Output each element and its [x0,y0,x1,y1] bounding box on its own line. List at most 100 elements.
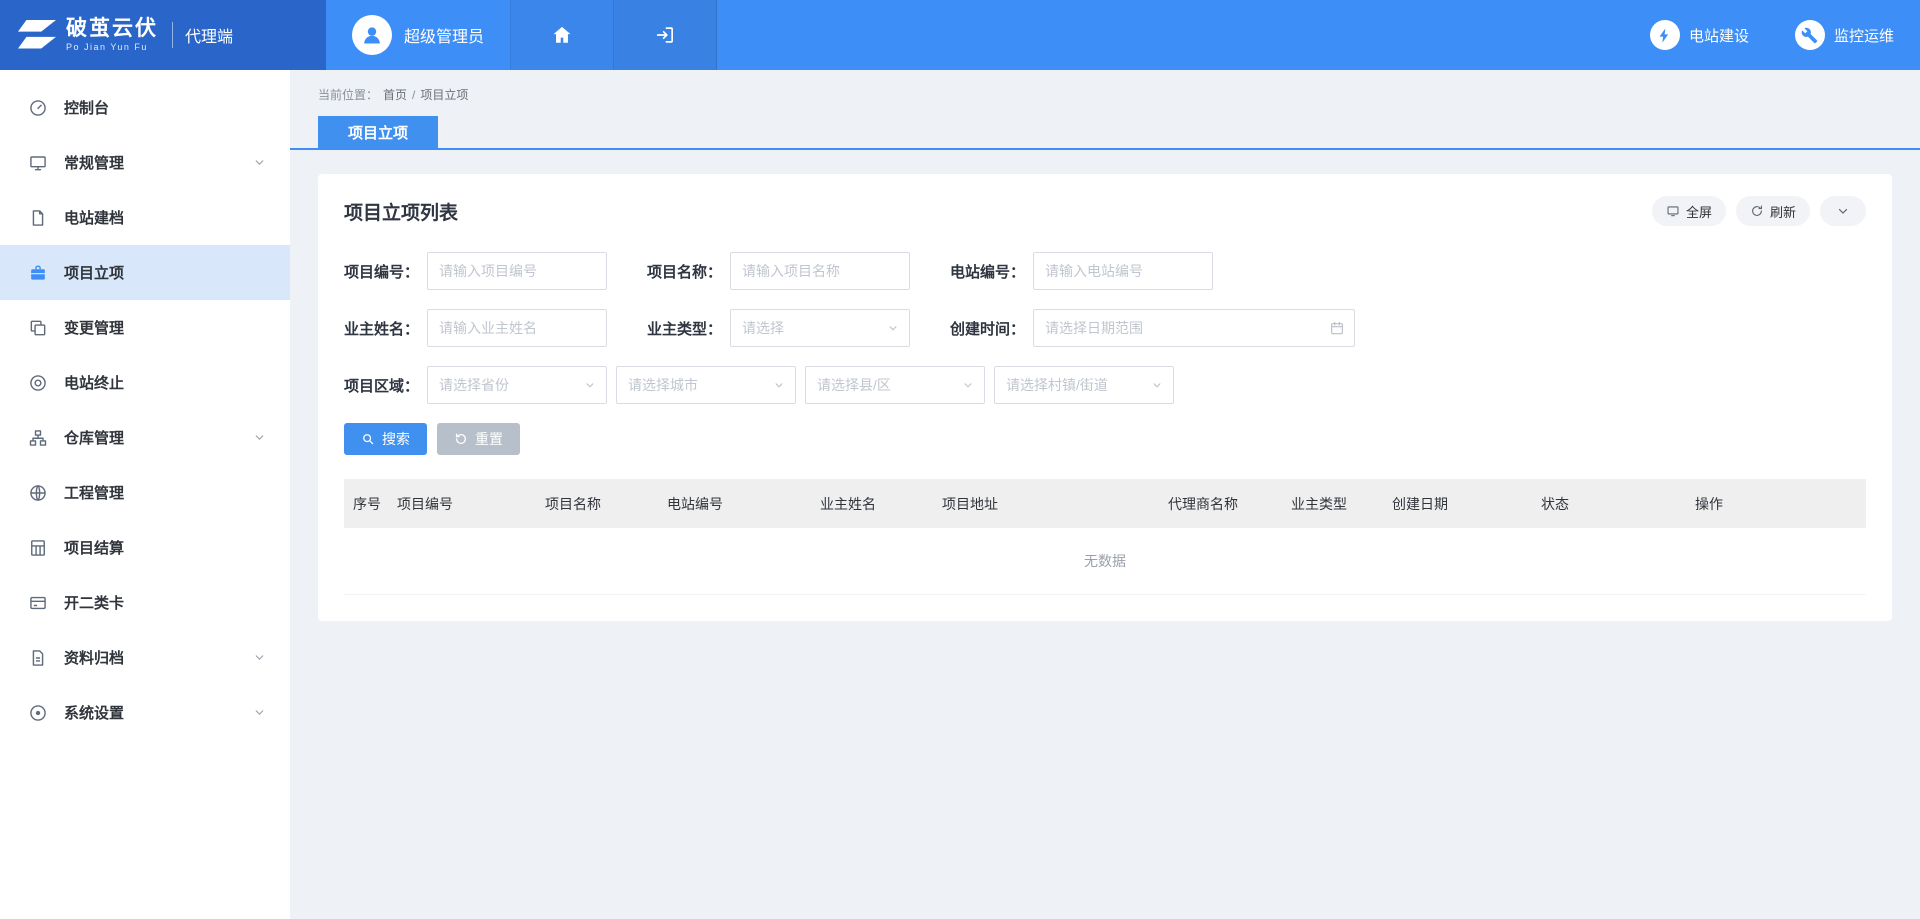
sidebar-item-label: 项目立项 [64,262,124,283]
city-select[interactable]: 请选择城市 [616,366,796,404]
station-no-input[interactable] [1033,252,1213,290]
target-icon [28,373,48,393]
filter-station-no: 电站编号： [950,252,1213,290]
sidebar-item-general-mgmt[interactable]: 常规管理 [0,135,290,190]
user-name: 超级管理员 [404,23,484,47]
date-range-placeholder: 请选择日期范围 [1045,318,1329,338]
reset-label: 重置 [475,429,503,449]
province-select[interactable]: 请选择省份 [427,366,607,404]
col-agent-name: 代理商名称 [1159,494,1282,514]
sidebar-item-label: 常规管理 [64,152,124,173]
brand-divider [172,22,173,48]
filter-created-time: 创建时间： 请选择日期范围 [950,309,1355,347]
brand-area: 破茧云伏 Po Jian Yun Fu 代理端 [0,0,326,70]
warehouse-icon [28,428,48,448]
panel-header: 项目立项列表 全屏 刷新 [344,196,1866,226]
filter-row-1: 项目编号： 项目名称： 电站编号： [344,252,1866,290]
refresh-label: 刷新 [1770,202,1796,221]
sidebar-item-warehouse-mgmt[interactable]: 仓库管理 [0,410,290,465]
settings-icon [28,703,48,723]
filter-owner-name: 业主姓名： [344,309,607,347]
refresh-button[interactable]: 刷新 [1736,196,1810,226]
chevron-down-icon [253,431,266,444]
search-icon [361,432,375,446]
search-label: 搜索 [382,429,410,449]
sidebar-item-engineering-mgmt[interactable]: 工程管理 [0,465,290,520]
user-avatar-icon [352,15,392,55]
quick-link-station-build[interactable]: 电站建设 [1650,20,1749,50]
project-name-input[interactable] [730,252,910,290]
brand-subtitle: Po Jian Yun Fu [66,43,158,52]
filter-owner-type: 业主类型： 请选择 [647,309,910,347]
user-menu[interactable]: 超级管理员 [326,0,511,70]
home-button[interactable] [511,0,614,70]
col-seq: 序号 [344,494,388,514]
app-header: 破茧云伏 Po Jian Yun Fu 代理端 超级管理员 电站建设 [0,0,1920,70]
filter-region: 项目区域： 请选择省份 请选择城市 请选择县/区 [344,366,1174,404]
project-no-label: 项目编号： [344,261,419,282]
quick-link-label: 监控运维 [1834,25,1894,46]
col-status: 状态 [1532,494,1686,514]
col-owner-type: 业主类型 [1282,494,1383,514]
fullscreen-button[interactable]: 全屏 [1652,196,1726,226]
fullscreen-label: 全屏 [1686,202,1712,221]
chevron-down-icon [886,321,900,335]
sidebar-item-label: 控制台 [64,97,109,118]
calculator-icon [28,538,48,558]
sidebar-item-open-type2-card[interactable]: 开二类卡 [0,575,290,630]
filter-project-no: 项目编号： [344,252,607,290]
col-station-no: 电站编号 [658,494,811,514]
region-selects: 请选择省份 请选择城市 请选择县/区 请选择村镇/街道 [427,366,1174,404]
sidebar-item-project-settlement[interactable]: 项目结算 [0,520,290,575]
breadcrumb-home-link[interactable]: 首页 [383,86,407,103]
reset-button[interactable]: 重置 [437,423,520,455]
owner-name-input[interactable] [427,309,607,347]
panel-title: 项目立项列表 [344,198,458,225]
chevron-down-icon [253,651,266,664]
sidebar-item-project-initiation[interactable]: 项目立项 [0,245,290,300]
calendar-icon [1329,320,1345,336]
county-select[interactable]: 请选择县/区 [805,366,985,404]
sidebar-item-station-termination[interactable]: 电站终止 [0,355,290,410]
sidebar-item-label: 工程管理 [64,482,124,503]
briefcase-icon [28,263,48,283]
col-project-name: 项目名称 [536,494,658,514]
sidebar-item-change-mgmt[interactable]: 变更管理 [0,300,290,355]
collapse-toolbar-button[interactable] [1820,196,1866,226]
province-placeholder: 请选择省份 [439,375,583,395]
project-no-input[interactable] [427,252,607,290]
copy-icon [28,318,48,338]
sidebar-item-console[interactable]: 控制台 [0,80,290,135]
card-icon [28,593,48,613]
refresh-icon [1750,204,1764,218]
project-list-panel: 项目立项列表 全屏 刷新 项目编号： [318,174,1892,621]
breadcrumb-current: 项目立项 [420,86,468,103]
owner-type-placeholder: 请选择 [742,318,886,338]
sidebar-item-label: 电站建档 [64,207,124,228]
col-project-address: 项目地址 [933,494,1159,514]
chevron-down-icon [583,378,597,392]
tab-project-initiation[interactable]: 项目立项 [318,116,438,148]
town-select[interactable]: 请选择村镇/街道 [994,366,1174,404]
sidebar-item-data-archive[interactable]: 资料归档 [0,630,290,685]
owner-type-select[interactable]: 请选择 [730,309,910,347]
search-button[interactable]: 搜索 [344,423,427,455]
wrench-icon [1795,20,1825,50]
chevron-down-icon [961,378,975,392]
lightning-icon [1650,20,1680,50]
breadcrumb: 当前位置： 首页 / 项目立项 [290,70,1920,103]
sidebar-item-system-settings[interactable]: 系统设置 [0,685,290,740]
chevron-down-icon [253,156,266,169]
brand-title: 破茧云伏 [66,18,158,39]
breadcrumb-separator: / [412,88,415,102]
sidebar-item-label: 系统设置 [64,702,124,723]
filter-project-name: 项目名称： [647,252,910,290]
logout-button[interactable] [614,0,717,70]
breadcrumb-label: 当前位置： [318,86,378,103]
quick-link-label: 电站建设 [1689,25,1749,46]
sidebar-nav: 控制台 常规管理 电站建档 项目立项 变更管理 电站终止 [0,70,290,919]
sidebar-item-station-filing[interactable]: 电站建档 [0,190,290,245]
filter-row-2: 业主姓名： 业主类型： 请选择 创建时间： 请选择日期范围 [344,309,1866,347]
quick-link-monitoring-ops[interactable]: 监控运维 [1795,20,1894,50]
date-range-picker[interactable]: 请选择日期范围 [1033,309,1355,347]
